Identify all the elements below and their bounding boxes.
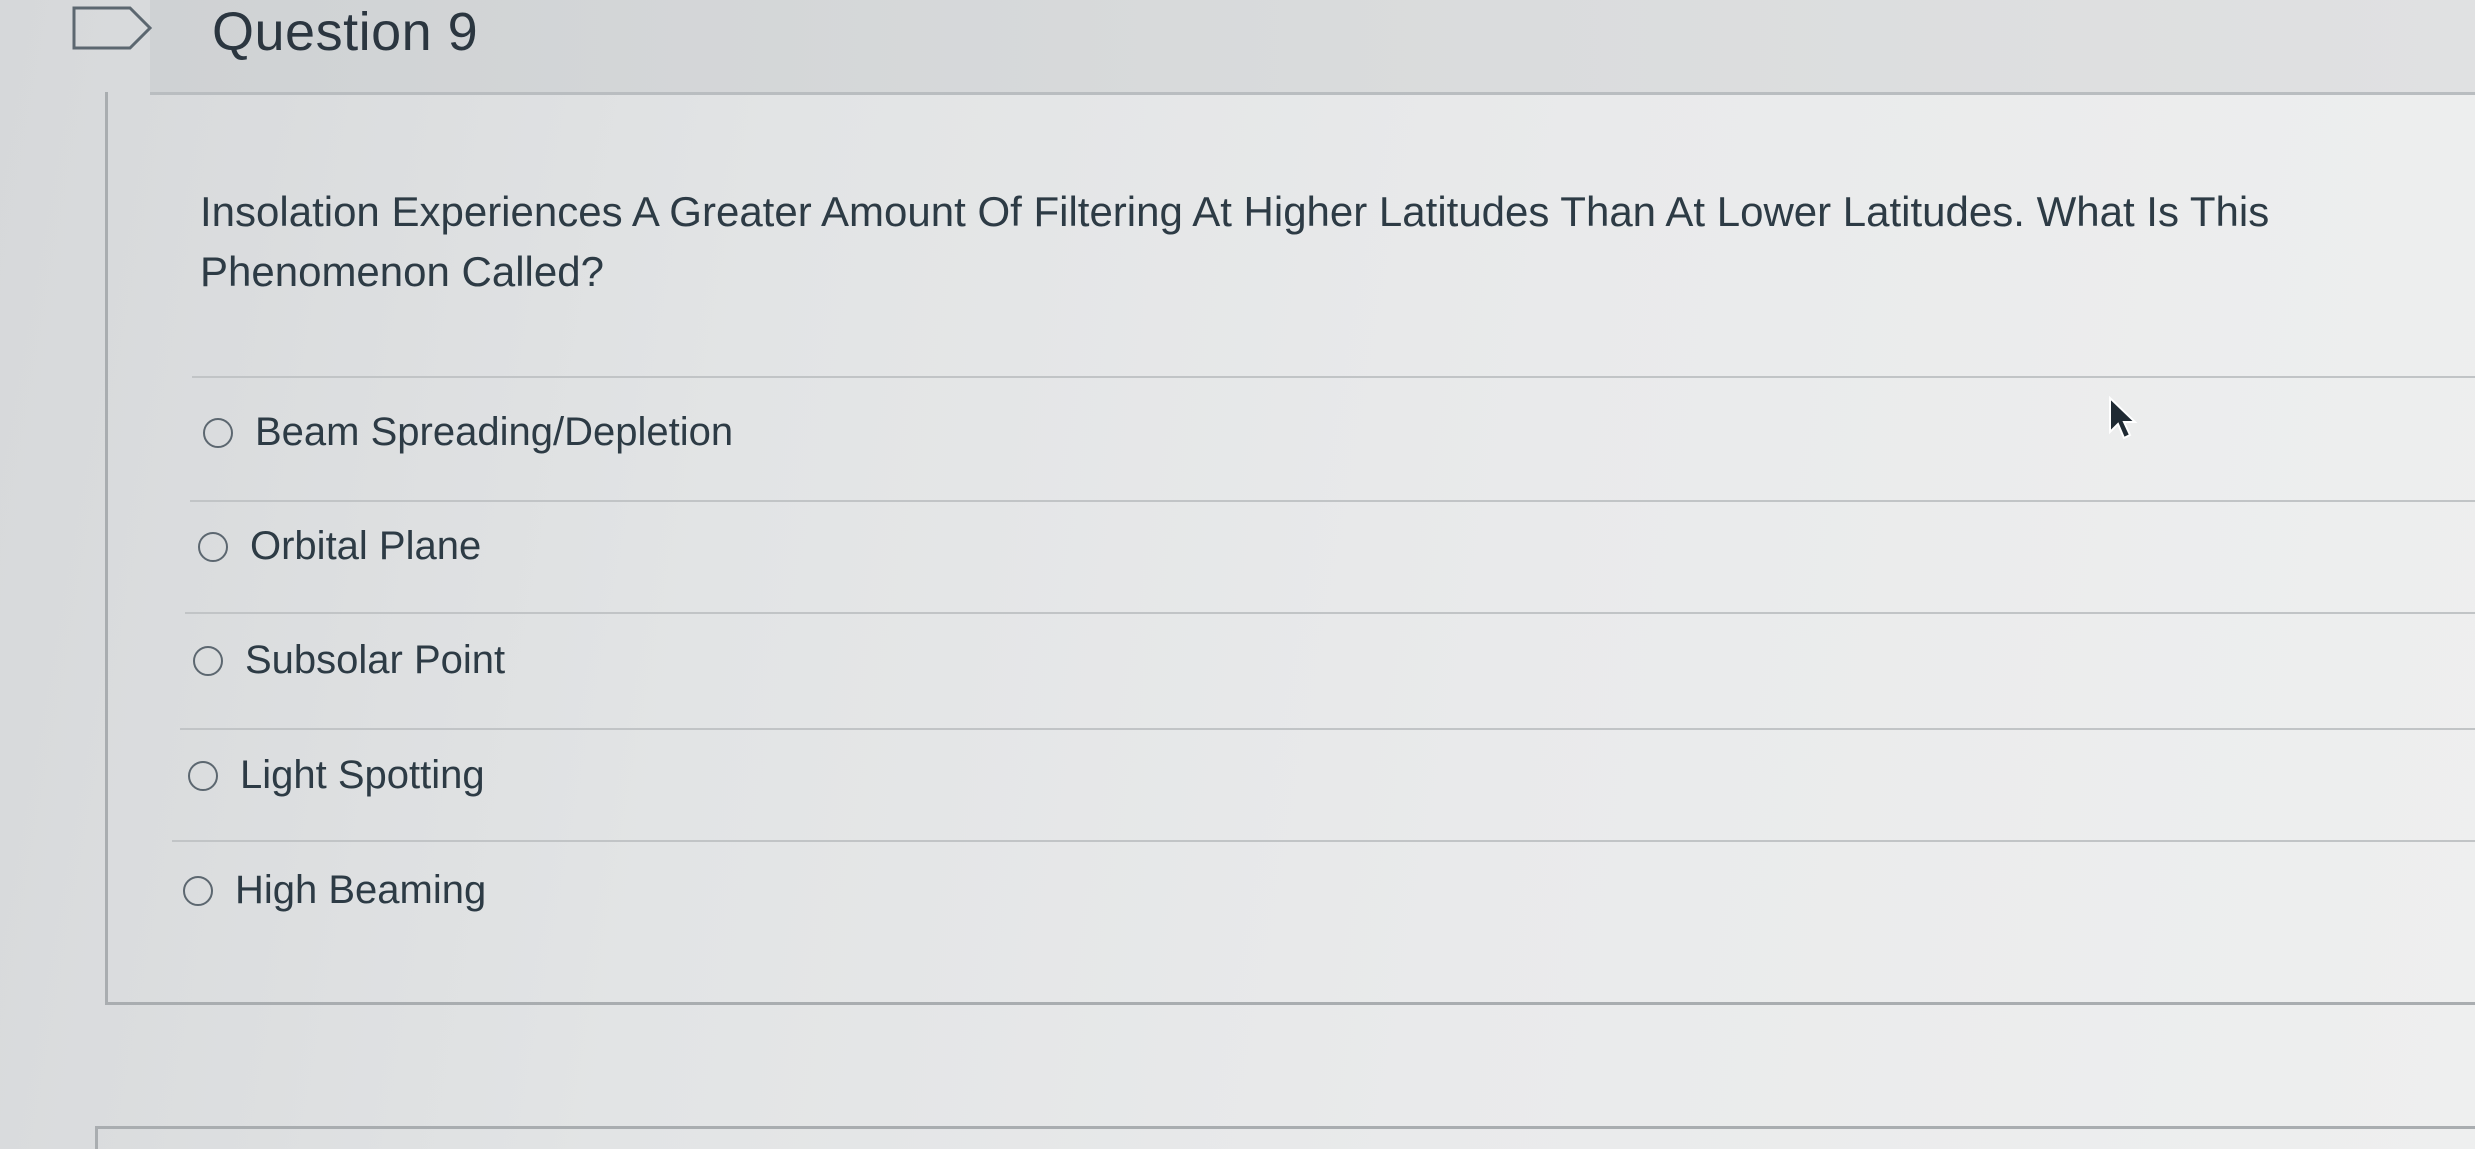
answer-label: Beam Spreading/Depletion [255, 410, 734, 454]
next-question-panel [95, 1126, 2475, 1149]
radio-unchecked-icon[interactable] [183, 875, 213, 906]
mouse-pointer-icon [2109, 396, 2138, 440]
answer-label: Subsolar Point [245, 638, 506, 682]
answer-divider [172, 840, 2475, 842]
flag-question-icon[interactable] [72, 6, 154, 50]
answer-option-1[interactable]: Beam Spreading/Depletion [203, 410, 733, 455]
radio-unchecked-icon[interactable] [203, 417, 233, 448]
answer-divider [190, 500, 2475, 502]
radio-unchecked-icon[interactable] [198, 531, 228, 562]
radio-unchecked-icon[interactable] [188, 760, 218, 791]
quiz-page: Question 9 Insolation Experiences A Grea… [0, 0, 2475, 1149]
question-header [150, 0, 2475, 95]
radio-unchecked-icon[interactable] [193, 645, 223, 676]
question-text: Insolation Experiences A Greater Amount … [200, 188, 2270, 295]
answer-label: Orbital Plane [250, 524, 482, 568]
answer-divider [180, 728, 2475, 730]
answer-option-5[interactable]: High Beaming [183, 868, 486, 913]
question-title: Question 9 [212, 2, 479, 62]
answer-option-3[interactable]: Subsolar Point [193, 638, 505, 683]
answer-label: High Beaming [235, 868, 487, 912]
answer-divider [185, 612, 2475, 614]
answers-divider [192, 376, 2475, 378]
answer-option-2[interactable]: Orbital Plane [198, 524, 481, 569]
answer-label: Light Spotting [240, 753, 485, 797]
answer-option-4[interactable]: Light Spotting [188, 753, 485, 798]
